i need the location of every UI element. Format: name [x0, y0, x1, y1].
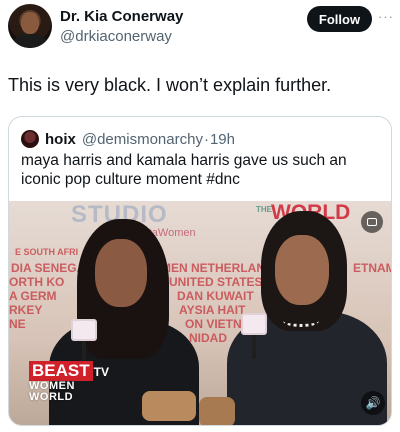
quoted-author-avatar[interactable] [21, 130, 39, 148]
left-microphone [71, 319, 97, 341]
quoted-timestamp[interactable]: 19h [210, 131, 235, 148]
author-avatar[interactable] [8, 4, 52, 48]
author-handle[interactable]: @drkiaconerway [60, 28, 172, 45]
captions-icon[interactable] [361, 211, 383, 233]
quoted-separator: · [203, 130, 209, 148]
tweet-header: Dr. Kia Conerway @drkiaconerway Follow ·… [8, 4, 394, 50]
chair [199, 397, 235, 425]
pearl-necklace [283, 315, 319, 327]
watermark-line-world: WORLD [29, 391, 74, 403]
tv-wordmark: TV [93, 365, 109, 379]
country-text: ETNAM [353, 261, 392, 275]
country-text: ON VIETN [185, 317, 242, 331]
backdrop-the-text: THE [256, 205, 272, 214]
beast-tv-logo: BEAST TV WOMEN WORLD [29, 361, 109, 403]
follow-button[interactable]: Follow [307, 6, 372, 32]
chair [142, 391, 196, 421]
right-microphone-handle [252, 335, 256, 359]
quoted-author-name[interactable]: hoix [45, 131, 76, 148]
beast-wordmark: BEAST [29, 361, 93, 381]
more-options-icon[interactable]: ··· [378, 9, 394, 24]
country-text: NIDAD [189, 331, 227, 345]
author-display-name[interactable]: Dr. Kia Conerway [60, 8, 183, 25]
quoted-tweet-header: hoix @demismonarchy · 19h [21, 129, 235, 149]
country-text: E SOUTH AFRI [15, 247, 79, 257]
captions-glyph [367, 218, 377, 226]
tweet-text: This is very black. I won’t explain furt… [8, 75, 332, 95]
speaker-icon[interactable]: 🔊 [361, 391, 385, 415]
left-woman-face [95, 239, 147, 307]
country-text: A GERM [9, 289, 57, 303]
video-player[interactable]: STUDIO byotaWomen THE WORLD DIA SENEGAL … [9, 201, 392, 425]
country-text: RKEY [9, 303, 43, 317]
right-woman-face [275, 235, 329, 305]
country-text: DAN KUWAIT [177, 289, 254, 303]
country-text: NE [9, 317, 26, 331]
right-microphone [241, 313, 267, 335]
avatar-face [21, 12, 39, 34]
country-text: AYSIA HAIT [179, 303, 246, 317]
quoted-tweet-card[interactable]: hoix @demismonarchy · 19h maya harris an… [8, 116, 392, 426]
quoted-author-handle[interactable]: @demismonarchy [82, 131, 203, 148]
country-text: ORTH KO [9, 275, 65, 289]
quoted-tweet-text: maya harris and kamala harris gave us su… [21, 152, 347, 188]
avatar-body [14, 34, 46, 48]
